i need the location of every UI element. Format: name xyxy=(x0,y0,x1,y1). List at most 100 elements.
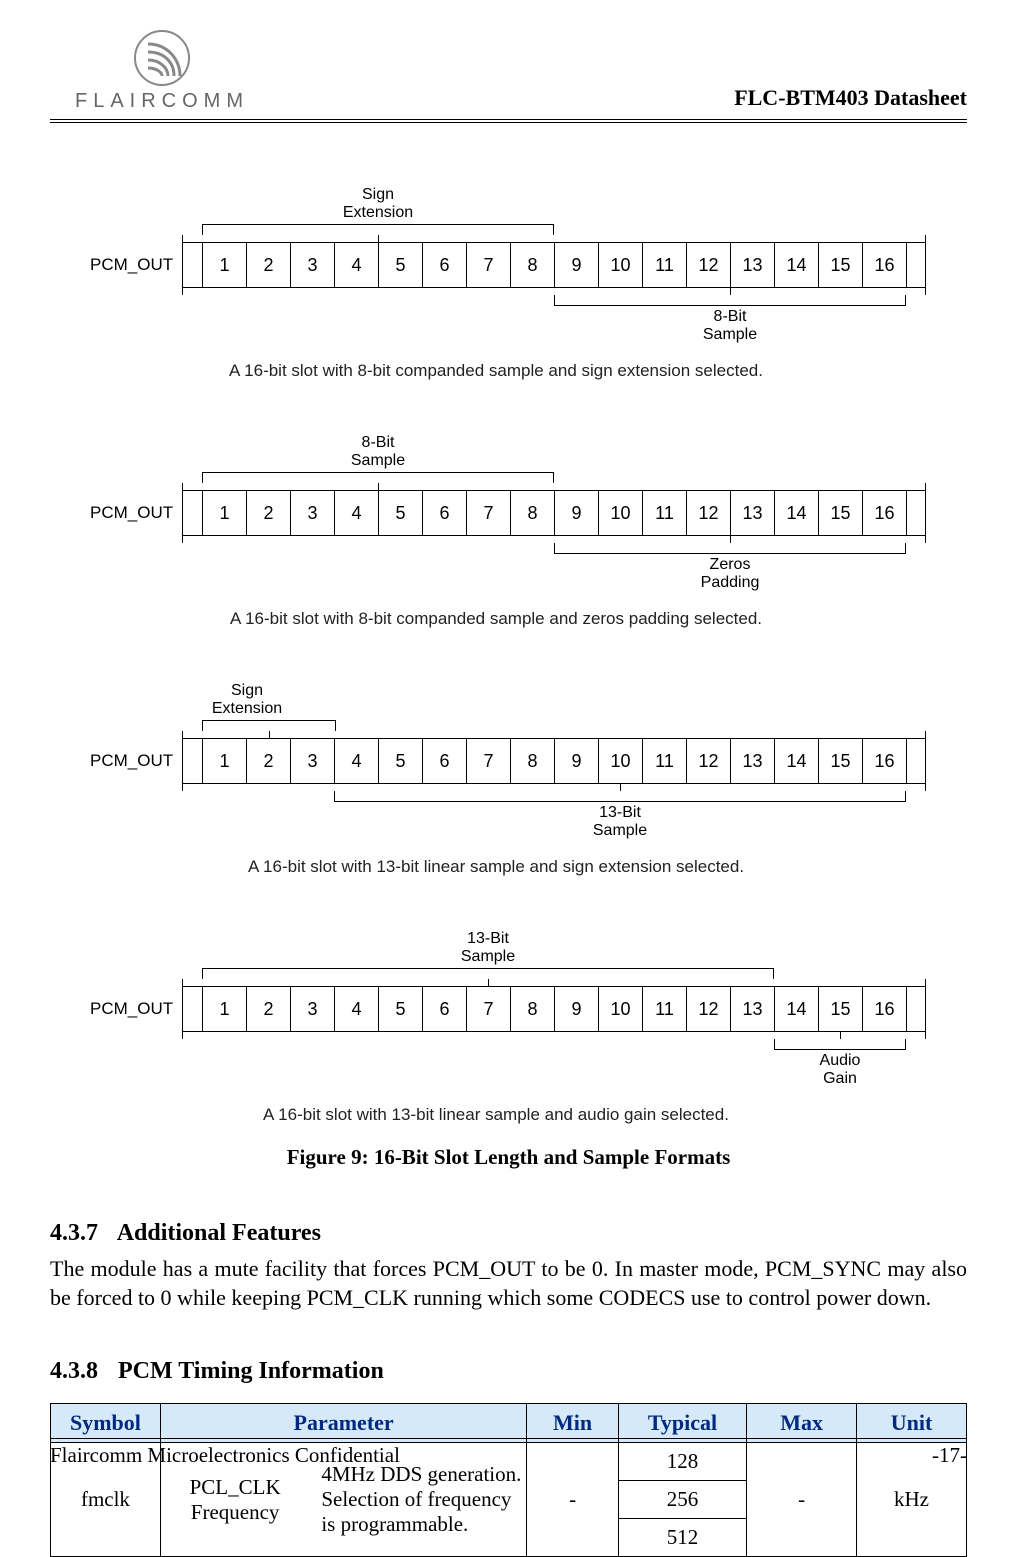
brand-logo-block: FLAIRCOMM xyxy=(75,30,249,113)
bit-cell: 15 xyxy=(818,738,862,784)
bit-cell: 10 xyxy=(598,242,642,288)
bit-cell: 13 xyxy=(730,738,774,784)
bit-cell: 15 xyxy=(818,986,862,1032)
bit-slots: 1 2 3 4 5 6 7 8 9 10 11 12 13 14 15 16 xyxy=(182,242,926,288)
bit-cell: 2 xyxy=(246,490,290,536)
d2-caption: A 16-bit slot with 8-bit companded sampl… xyxy=(90,609,902,629)
section-number: 4.3.7 xyxy=(50,1220,112,1247)
bit-cell: 11 xyxy=(642,738,686,784)
bit-cell: 9 xyxy=(554,738,598,784)
th-unit: Unit xyxy=(857,1404,967,1443)
d4-caption: A 16-bit slot with 13-bit linear sample … xyxy=(90,1105,902,1125)
bit-cell: 12 xyxy=(686,490,730,536)
section-title: Additional Features xyxy=(117,1220,321,1246)
flaircomm-logo-icon xyxy=(134,30,190,86)
bit-cell: 9 xyxy=(554,490,598,536)
bit-cell: 7 xyxy=(466,986,510,1032)
d3-bot-label: 13-Bit Sample xyxy=(334,804,906,840)
bit-slots: 1 2 3 4 5 6 7 8 9 10 11 12 13 14 15 16 xyxy=(182,738,926,784)
diagram-1: Sign Extension PCM_OUT 1 2 3 4 5 6 7 8 xyxy=(90,183,902,381)
timing-diagrams: Sign Extension PCM_OUT 1 2 3 4 5 6 7 8 xyxy=(90,183,902,1125)
document-title: FLC-BTM403 Datasheet xyxy=(734,85,967,111)
figure-caption: Figure 9: 16-Bit Slot Length and Sample … xyxy=(50,1145,967,1170)
bit-cell: 12 xyxy=(686,986,730,1032)
bit-cell: 11 xyxy=(642,242,686,288)
d2-bot-label: Zeros Padding xyxy=(554,556,906,592)
bit-cell: 13 xyxy=(730,242,774,288)
diagram-4: 13-Bit Sample PCM_OUT 1 2 3 4 5 6 7 8 9 xyxy=(90,927,902,1125)
pcm-out-label: PCM_OUT xyxy=(90,999,182,1019)
bit-cell: 15 xyxy=(818,490,862,536)
footer-page-number: -17- xyxy=(932,1443,967,1468)
bit-slots: 1 2 3 4 5 6 7 8 9 10 11 12 13 14 15 16 xyxy=(182,490,926,536)
bit-cell: 3 xyxy=(290,738,334,784)
bit-cell: 11 xyxy=(642,490,686,536)
bit-cell: 4 xyxy=(334,738,378,784)
d1-bot-label: 8-Bit Sample xyxy=(554,308,906,344)
th-max: Max xyxy=(747,1404,857,1443)
bit-cell: 8 xyxy=(510,986,554,1032)
bit-cell: 9 xyxy=(554,242,598,288)
bit-cell: 15 xyxy=(818,242,862,288)
section-4-3-7-heading: 4.3.7 Additional Features xyxy=(50,1220,967,1247)
bit-cell: 4 xyxy=(334,490,378,536)
bit-cell: 1 xyxy=(202,242,246,288)
diagram-2: 8-Bit Sample PCM_OUT 1 2 3 4 5 6 7 8 9 xyxy=(90,431,902,629)
cell-param-name: PCL_CLK Frequency xyxy=(161,1462,309,1537)
bit-cell: 6 xyxy=(422,738,466,784)
bit-cell: 5 xyxy=(378,242,422,288)
pcm-out-label: PCM_OUT xyxy=(90,751,182,771)
cell-typical: 256 xyxy=(618,1481,746,1519)
th-parameter: Parameter xyxy=(160,1404,526,1443)
th-min: Min xyxy=(527,1404,619,1443)
bit-cell: 16 xyxy=(862,490,906,536)
bit-cell: 6 xyxy=(422,242,466,288)
bit-cell: 14 xyxy=(774,242,818,288)
bit-cell: 2 xyxy=(246,242,290,288)
bit-cell: 2 xyxy=(246,738,290,784)
footer-left: Flaircomm Microelectronics Confidential xyxy=(50,1443,400,1468)
section-4-3-8-heading: 4.3.8 PCM Timing Information xyxy=(50,1358,967,1385)
bit-cell: 3 xyxy=(290,986,334,1032)
bit-cell: 10 xyxy=(598,490,642,536)
bit-cell: 8 xyxy=(510,738,554,784)
pcm-out-label: PCM_OUT xyxy=(90,503,182,523)
pcm-out-label: PCM_OUT xyxy=(90,255,182,275)
bit-cell: 5 xyxy=(378,986,422,1032)
bit-cell: 4 xyxy=(334,242,378,288)
cell-param-desc: 4MHz DDS generation. Selection of freque… xyxy=(309,1462,526,1537)
d3-caption: A 16-bit slot with 13-bit linear sample … xyxy=(90,857,902,877)
bit-cell: 10 xyxy=(598,738,642,784)
d4-bot-label: Audio Gain xyxy=(774,1052,906,1088)
diagram-3: Sign Extension PCM_OUT 1 2 3 4 5 6 7 8 xyxy=(90,679,902,877)
pcm-timing-table: Symbol Parameter Min Typical Max Unit fm… xyxy=(50,1403,967,1557)
bit-cell: 9 xyxy=(554,986,598,1032)
bit-cell: 6 xyxy=(422,986,466,1032)
brand-name: FLAIRCOMM xyxy=(75,90,249,113)
d4-top-label: 13-Bit Sample xyxy=(202,930,774,966)
th-typical: Typical xyxy=(618,1404,746,1443)
bit-cell: 14 xyxy=(774,986,818,1032)
d3-top-label: Sign Extension xyxy=(160,682,334,718)
bit-cell: 7 xyxy=(466,490,510,536)
d1-caption: A 16-bit slot with 8-bit companded sampl… xyxy=(90,361,902,381)
bit-cell: 13 xyxy=(730,490,774,536)
bit-cell: 16 xyxy=(862,986,906,1032)
bit-cell: 1 xyxy=(202,490,246,536)
bit-cell: 1 xyxy=(202,986,246,1032)
section-title: PCM Timing Information xyxy=(118,1358,384,1384)
bit-cell: 2 xyxy=(246,986,290,1032)
bit-cell: 14 xyxy=(774,738,818,784)
bit-cell: 8 xyxy=(510,242,554,288)
cell-typical: 512 xyxy=(618,1519,746,1557)
bit-cell: 14 xyxy=(774,490,818,536)
th-symbol: Symbol xyxy=(51,1404,161,1443)
bit-cell: 8 xyxy=(510,490,554,536)
bit-cell: 11 xyxy=(642,986,686,1032)
section-4-3-7-text: The module has a mute facility that forc… xyxy=(50,1255,967,1312)
bit-cell: 12 xyxy=(686,242,730,288)
d2-top-label: 8-Bit Sample xyxy=(202,434,554,470)
bit-cell: 7 xyxy=(466,738,510,784)
bit-cell: 6 xyxy=(422,490,466,536)
bit-cell: 7 xyxy=(466,242,510,288)
